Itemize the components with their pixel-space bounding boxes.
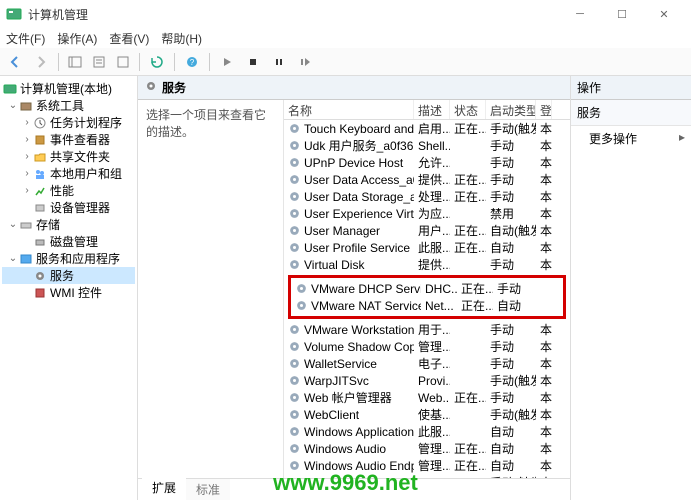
- svg-text:?: ?: [190, 58, 195, 67]
- column-logon[interactable]: 登: [536, 100, 552, 119]
- close-button[interactable]: ✕: [643, 1, 685, 27]
- service-row[interactable]: Touch Keyboard and Hand...启用...正在...手动(触…: [284, 120, 570, 137]
- service-row[interactable]: Windows Audio Endpoint B...管理...正在...自动本: [284, 457, 570, 474]
- service-row[interactable]: Windows Audio管理...正在...自动本: [284, 440, 570, 457]
- tree-root-label: 计算机管理(本地): [20, 80, 112, 97]
- export-button[interactable]: [113, 51, 133, 73]
- center-title: 服务: [162, 79, 186, 96]
- navigation-tree: 计算机管理(本地) ⌄ 系统工具 › 任务计划程序 › 事件查看器 › 共享文件…: [0, 76, 138, 500]
- tree-device-manager[interactable]: 设备管理器: [2, 199, 135, 216]
- minimize-button[interactable]: ─: [559, 1, 601, 27]
- description-panel: 选择一个项目来查看它的描述。: [138, 100, 284, 478]
- services-list: 名称 描述 状态 启动类型 登 Touch Keyboard and Hand.…: [284, 100, 570, 478]
- menu-bar: 文件(F) 操作(A) 查看(V) 帮助(H): [0, 28, 691, 48]
- service-row[interactable]: User Data Storage_a0f36b9处理...正在...手动本: [284, 188, 570, 205]
- service-row[interactable]: UPnP Device Host允许...手动本: [284, 154, 570, 171]
- back-button[interactable]: [4, 51, 26, 73]
- show-hide-tree-button[interactable]: [65, 51, 85, 73]
- title-bar: 计算机管理 ─ ☐ ✕: [0, 0, 691, 28]
- tree-system-tools[interactable]: ⌄ 系统工具: [2, 97, 135, 114]
- service-row[interactable]: VMware Workstation Server用于...手动本: [284, 321, 570, 338]
- column-status[interactable]: 状态: [450, 100, 486, 119]
- tabs: 扩展 标准: [138, 478, 570, 500]
- tab-standard[interactable]: 标准: [186, 479, 230, 500]
- service-row[interactable]: VMware NAT ServiceNet...正在...自动: [291, 297, 563, 314]
- tree-storage[interactable]: ⌄ 存储: [2, 216, 135, 233]
- column-name[interactable]: 名称: [284, 100, 414, 119]
- tree-performance[interactable]: › 性能: [2, 182, 135, 199]
- center-pane: 服务 选择一个项目来查看它的描述。 名称 描述 状态 启动类型 登 Touch …: [138, 76, 571, 500]
- service-row[interactable]: Windows Application Mana...此服...自动本: [284, 423, 570, 440]
- actions-pane: 操作 服务 更多操作 ▸: [571, 76, 691, 500]
- pause-button[interactable]: [268, 51, 290, 73]
- tree-local-users[interactable]: › 本地用户和组: [2, 165, 135, 182]
- service-row[interactable]: WarpJITSvcProvi...手动(触发...本: [284, 372, 570, 389]
- actions-section-title: 服务: [571, 100, 691, 126]
- highlight-box: VMware DHCP ServiceDHC...正在...手动VMware N…: [288, 275, 566, 319]
- tab-extended[interactable]: 扩展: [142, 477, 186, 500]
- window-title: 计算机管理: [28, 6, 559, 23]
- toolbar-divider: [174, 53, 175, 71]
- maximize-button[interactable]: ☐: [601, 1, 643, 27]
- description-hint: 选择一个项目来查看它的描述。: [146, 108, 266, 139]
- tree-wmi[interactable]: WMI 控件: [2, 284, 135, 301]
- service-row[interactable]: WalletService电子...手动本: [284, 355, 570, 372]
- tree-disk-management[interactable]: 磁盘管理: [2, 233, 135, 250]
- app-icon: [6, 6, 22, 22]
- column-startup[interactable]: 启动类型: [486, 100, 536, 119]
- forward-button[interactable]: [30, 51, 52, 73]
- gear-icon: [144, 79, 158, 96]
- list-header: 名称 描述 状态 启动类型 登: [284, 100, 570, 120]
- service-row[interactable]: User Data Access_a0f36b9提供...正在...手动本: [284, 171, 570, 188]
- stop-button[interactable]: [242, 51, 264, 73]
- service-row[interactable]: Web 帐户管理器Web...正在...手动本: [284, 389, 570, 406]
- service-row[interactable]: User Manager用户...正在...自动(触发...本: [284, 222, 570, 239]
- tree-event-viewer[interactable]: › 事件查看器: [2, 131, 135, 148]
- actions-header: 操作: [571, 76, 691, 100]
- toolbar-divider: [209, 53, 210, 71]
- menu-view[interactable]: 查看(V): [109, 30, 149, 47]
- tree-services-apps[interactable]: ⌄ 服务和应用程序: [2, 250, 135, 267]
- properties-button[interactable]: [89, 51, 109, 73]
- tree-task-scheduler[interactable]: › 任务计划程序: [2, 114, 135, 131]
- toolbar: ?: [0, 48, 691, 76]
- toolbar-divider: [58, 53, 59, 71]
- actions-more[interactable]: 更多操作 ▸: [571, 126, 691, 151]
- tree-root[interactable]: 计算机管理(本地): [2, 80, 135, 97]
- service-row[interactable]: Volume Shadow Copy管理...手动本: [284, 338, 570, 355]
- service-row[interactable]: Virtual Disk提供...手动本: [284, 256, 570, 273]
- menu-action[interactable]: 操作(A): [57, 30, 97, 47]
- tree-services[interactable]: 服务: [2, 267, 135, 284]
- service-row[interactable]: VMware DHCP ServiceDHC...正在...手动: [291, 280, 563, 297]
- center-header: 服务: [138, 76, 570, 100]
- toolbar-divider: [139, 53, 140, 71]
- column-desc[interactable]: 描述: [414, 100, 450, 119]
- tree-shared-folders[interactable]: › 共享文件夹: [2, 148, 135, 165]
- service-row[interactable]: User Experience Virtualizati...为应...禁用本: [284, 205, 570, 222]
- restart-button[interactable]: [294, 51, 316, 73]
- service-row[interactable]: WebClient使基...手动(触发...本: [284, 406, 570, 423]
- help-button[interactable]: ?: [181, 51, 203, 73]
- refresh-button[interactable]: [146, 51, 168, 73]
- service-row[interactable]: User Profile Service此服...正在...自动本: [284, 239, 570, 256]
- menu-help[interactable]: 帮助(H): [161, 30, 202, 47]
- service-row[interactable]: Udk 用户服务_a0f36b9Shell...手动本: [284, 137, 570, 154]
- menu-file[interactable]: 文件(F): [6, 30, 45, 47]
- start-button[interactable]: [216, 51, 238, 73]
